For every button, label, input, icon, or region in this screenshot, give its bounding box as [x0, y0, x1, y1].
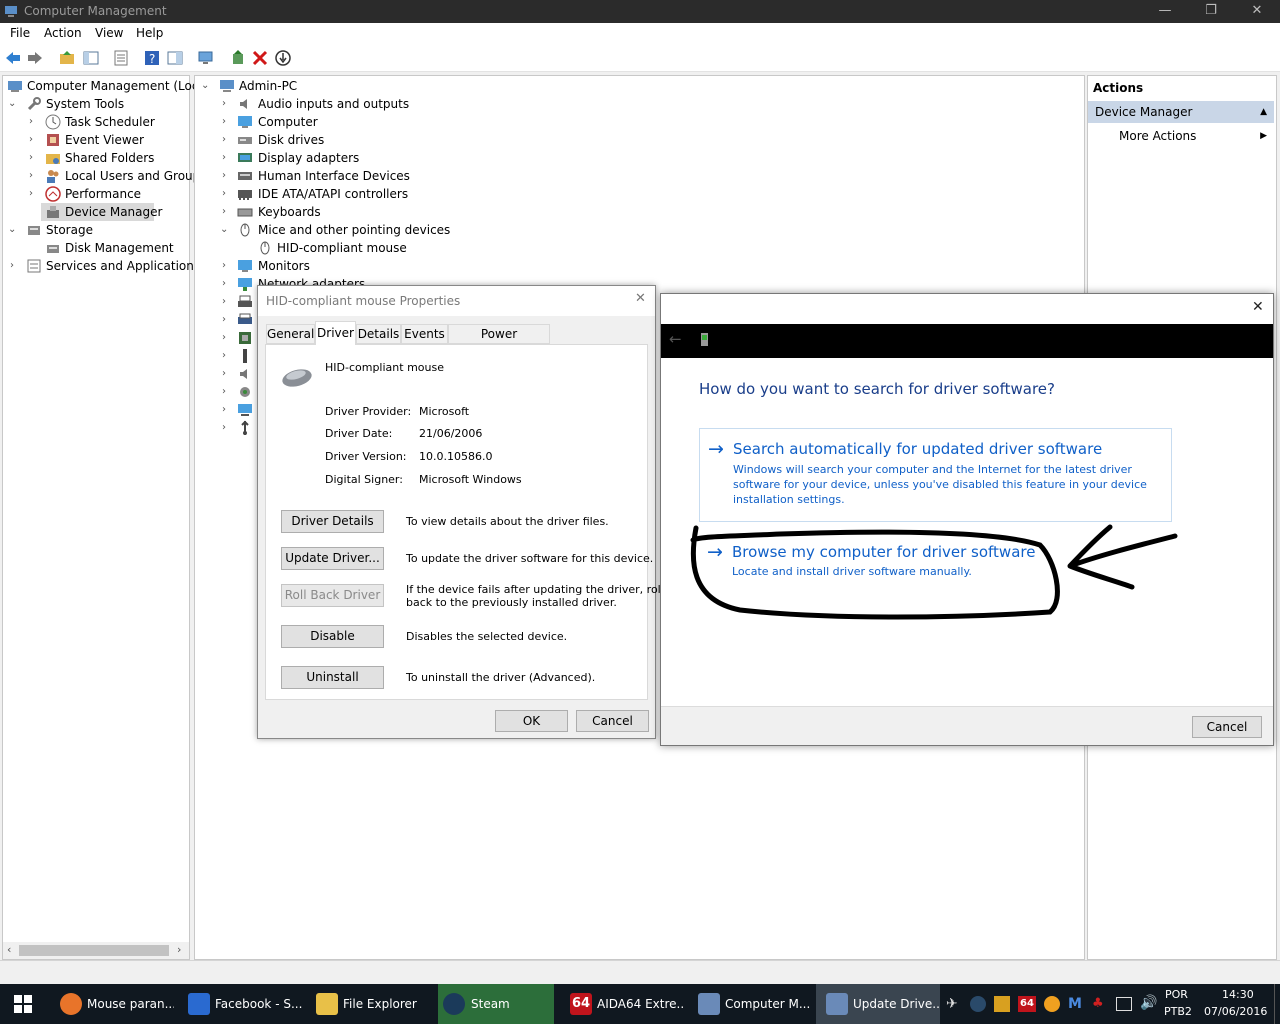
steam-tray-icon[interactable]	[970, 996, 986, 1012]
task-aida64[interactable]: 64 AIDA64 Extre...	[560, 984, 684, 1024]
task-label: Facebook - S...	[215, 997, 302, 1011]
firefox-icon	[60, 993, 82, 1015]
task-label: Steam	[471, 997, 510, 1011]
show-desktop-button[interactable]	[1274, 984, 1280, 1024]
start-windows-icon[interactable]	[14, 995, 32, 1013]
task-label: AIDA64 Extre...	[597, 997, 684, 1011]
computer-management-icon	[698, 993, 720, 1015]
malwarebytes-icon[interactable]: M	[1068, 996, 1084, 1012]
network-icon[interactable]	[1116, 997, 1132, 1011]
task-file-explorer[interactable]: File Explorer	[306, 984, 430, 1024]
task-facebook[interactable]: Facebook - S...	[178, 984, 302, 1024]
steam-icon	[443, 993, 465, 1015]
arrow-annotation	[1067, 524, 1178, 590]
task-label: Computer M...	[725, 997, 811, 1011]
task-label: Mouse paran...	[87, 997, 174, 1011]
clock-date[interactable]: 07/06/2016	[1204, 1005, 1267, 1018]
plane-icon[interactable]: ✈	[946, 996, 962, 1012]
keyboard-layout-indicator[interactable]: PTB2	[1164, 1005, 1192, 1018]
winrar-icon[interactable]	[994, 996, 1010, 1012]
language-indicator[interactable]: POR	[1165, 988, 1188, 1001]
task-firefox[interactable]: Mouse paran...	[50, 984, 174, 1024]
clock-time[interactable]: 14:30	[1222, 988, 1254, 1001]
aida64-tray-icon[interactable]: 64	[1018, 996, 1036, 1012]
task-label: Update Drive...	[853, 997, 940, 1011]
task-label: File Explorer	[343, 997, 417, 1011]
facebook-app-icon	[188, 993, 210, 1015]
tab-driver[interactable]: Driver	[315, 321, 356, 345]
volume-icon[interactable]: 🔊	[1140, 995, 1157, 1011]
network-activity-icon[interactable]: ♣	[1092, 996, 1108, 1012]
annotation-overlay	[690, 524, 1178, 620]
task-update-driver[interactable]: Update Drive...	[816, 984, 940, 1024]
orange-tray-icon[interactable]	[1044, 996, 1060, 1012]
task-computer-management[interactable]: Computer M...	[688, 984, 812, 1024]
aida64-icon: 64	[570, 993, 592, 1015]
taskbar: Mouse paran... Facebook - S... File Expl…	[0, 984, 1280, 1024]
status-bar	[0, 960, 1280, 984]
circle-annotation	[690, 525, 1060, 620]
task-steam[interactable]: Steam	[438, 984, 554, 1024]
update-driver-app-icon	[826, 993, 848, 1015]
folder-icon	[316, 993, 338, 1015]
